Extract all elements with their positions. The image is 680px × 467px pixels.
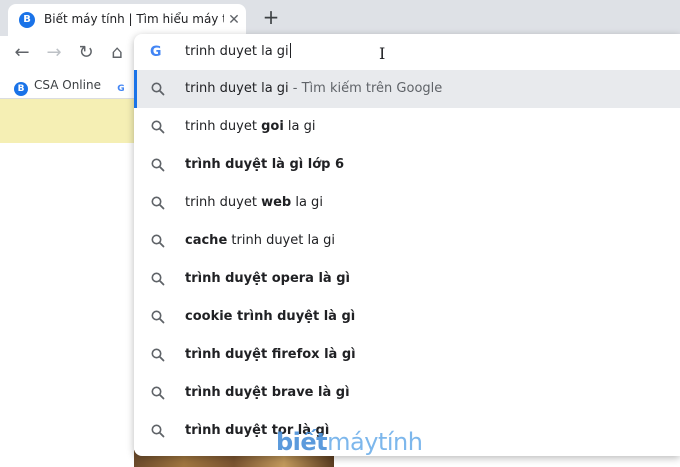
- close-icon[interactable]: ✕: [226, 12, 242, 28]
- suggestion-item[interactable]: trình duyệt là gì lớp 6: [134, 146, 680, 184]
- suggestion-item[interactable]: cookie trình duyệt là gì: [134, 298, 680, 336]
- search-icon: [151, 386, 165, 400]
- omnibox-dropdown: G trinh duyet la gi I trinh duyet la gi …: [134, 34, 680, 456]
- suggestion-text: trinh duyet goi la gi: [185, 119, 316, 134]
- bookmark-csa-online[interactable]: B CSA Online: [14, 76, 101, 96]
- text-caret: [289, 43, 291, 58]
- suggestion-item[interactable]: cache trinh duyet la gi: [134, 222, 680, 260]
- search-icon: [151, 120, 165, 134]
- suggestion-text: trình duyệt brave là gì: [185, 385, 350, 400]
- search-icon: [151, 234, 165, 248]
- search-icon: [151, 82, 165, 96]
- suggestion-text: trình duyệt firefox là gì: [185, 347, 356, 362]
- search-icon: [151, 424, 165, 438]
- back-button[interactable]: ←: [11, 42, 33, 64]
- suggestion-text: trình duyệt là gì lớp 6: [185, 157, 345, 172]
- watermark-logo: biếtmáytính: [276, 428, 423, 456]
- search-icon: [151, 158, 165, 172]
- suggestion-item[interactable]: trinh duyet web la gi: [134, 184, 680, 222]
- tab-title: Biết máy tính | Tìm hiểu máy tính: [44, 12, 224, 26]
- suggestion-item[interactable]: trình duyệt brave là gì: [134, 374, 680, 412]
- bookmark-label: CSA Online: [34, 78, 101, 92]
- tab-strip: B Biết máy tính | Tìm hiểu máy tính ✕ +: [0, 0, 680, 36]
- search-icon: [151, 348, 165, 362]
- suggestion-item[interactable]: trình duyệt firefox là gì: [134, 336, 680, 374]
- forward-button[interactable]: →: [43, 42, 65, 64]
- site-favicon-icon: B: [19, 12, 35, 28]
- suggestion-item[interactable]: trình duyệt opera là gì: [134, 260, 680, 298]
- bookmark-favicon-icon: B: [14, 82, 28, 96]
- omnibox-input[interactable]: trinh duyet la gi: [185, 43, 291, 59]
- suggestion-text: trinh duyet web la gi: [185, 195, 323, 210]
- suggestion-suffix: - Tìm kiếm trên Google: [288, 81, 443, 96]
- suggestion-item[interactable]: trinh duyet goi la gi: [134, 108, 680, 146]
- suggestion-text: cache trinh duyet la gi: [185, 233, 336, 248]
- suggestion-text: cookie trình duyệt là gì: [185, 309, 356, 324]
- bookmark-google[interactable]: G: [114, 76, 134, 96]
- ibeam-cursor-icon: I: [379, 44, 386, 63]
- suggestion-list: trinh duyet la gi - Tìm kiếm trên Google…: [134, 70, 680, 450]
- suggestion-item[interactable]: trinh duyet la gi - Tìm kiếm trên Google: [134, 70, 680, 108]
- home-button[interactable]: ⌂: [106, 42, 128, 64]
- search-icon: [151, 196, 165, 210]
- google-icon: G: [114, 82, 128, 96]
- google-icon: G: [150, 44, 162, 60]
- suggestion-text: trinh duyet la gi - Tìm kiếm trên Google: [185, 81, 443, 96]
- browser-tab[interactable]: B Biết máy tính | Tìm hiểu máy tính ✕: [8, 4, 246, 36]
- new-tab-button[interactable]: +: [260, 6, 282, 28]
- search-icon: [151, 310, 165, 324]
- reload-button[interactable]: ↻: [75, 42, 97, 64]
- suggestion-text: trình duyệt opera là gì: [185, 271, 350, 286]
- search-icon: [151, 272, 165, 286]
- omnibox[interactable]: G trinh duyet la gi I: [134, 34, 680, 70]
